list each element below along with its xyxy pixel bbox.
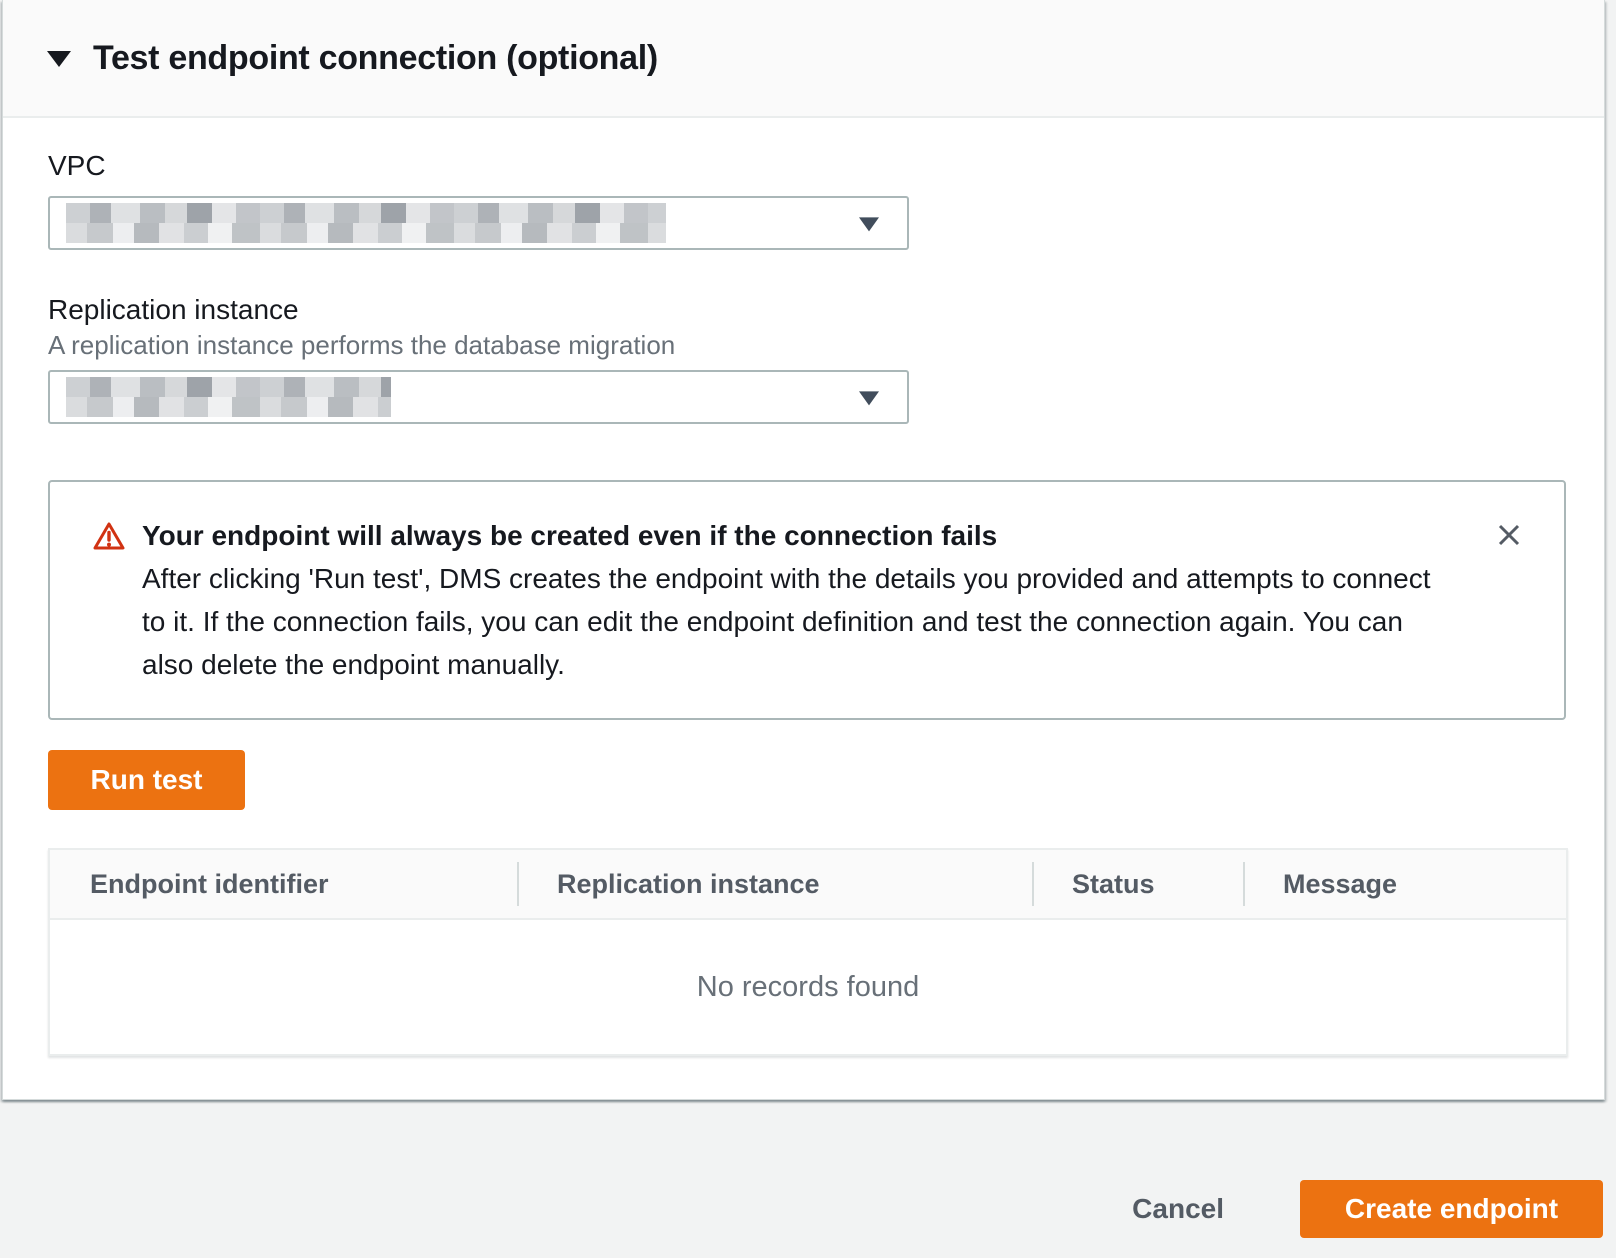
column-header-message: Message xyxy=(1243,850,1566,918)
replication-instance-select[interactable] xyxy=(48,370,909,424)
warning-alert: Your endpoint will always be created eve… xyxy=(48,480,1566,720)
warning-content: Your endpoint will always be created eve… xyxy=(142,514,1452,686)
chevron-down-icon xyxy=(859,217,879,231)
vpc-label: VPC xyxy=(48,148,1604,184)
create-endpoint-button[interactable]: Create endpoint xyxy=(1300,1180,1603,1238)
cancel-button[interactable]: Cancel xyxy=(1132,1193,1224,1225)
replication-instance-selected-value-redacted xyxy=(66,377,391,417)
warning-body: After clicking 'Run test', DMS creates t… xyxy=(142,557,1452,686)
empty-state-text: No records found xyxy=(697,971,919,1004)
section-body: VPC Replication instance A replication i… xyxy=(3,118,1604,1056)
column-header-replication-instance: Replication instance xyxy=(517,850,1032,918)
table-body: No records found xyxy=(50,920,1566,1054)
warning-title: Your endpoint will always be created eve… xyxy=(142,514,1452,557)
vpc-field: VPC xyxy=(48,148,1604,250)
table-header-row: Endpoint identifier Replication instance… xyxy=(50,850,1566,920)
section-title: Test endpoint connection (optional) xyxy=(93,39,658,78)
test-results-table: Endpoint identifier Replication instance… xyxy=(48,848,1568,1056)
close-icon[interactable] xyxy=(1494,520,1524,550)
vpc-select[interactable] xyxy=(48,196,909,250)
form-actions: Cancel Create endpoint xyxy=(1132,1180,1603,1238)
column-header-endpoint-identifier: Endpoint identifier xyxy=(50,850,517,918)
replication-instance-description: A replication instance performs the data… xyxy=(48,328,1604,362)
section-header[interactable]: Test endpoint connection (optional) xyxy=(3,0,1604,118)
warning-triangle-icon xyxy=(93,521,125,556)
column-header-status: Status xyxy=(1032,850,1243,918)
replication-instance-field: Replication instance A replication insta… xyxy=(48,292,1604,424)
replication-instance-label: Replication instance xyxy=(48,292,1604,328)
collapse-caret-icon xyxy=(47,51,71,67)
chevron-down-icon xyxy=(859,391,879,405)
test-endpoint-connection-panel: Test endpoint connection (optional) VPC … xyxy=(2,0,1605,1100)
run-test-button[interactable]: Run test xyxy=(48,750,245,810)
create-endpoint-page: Test endpoint connection (optional) VPC … xyxy=(0,0,1616,1258)
vpc-selected-value-redacted xyxy=(66,203,666,243)
